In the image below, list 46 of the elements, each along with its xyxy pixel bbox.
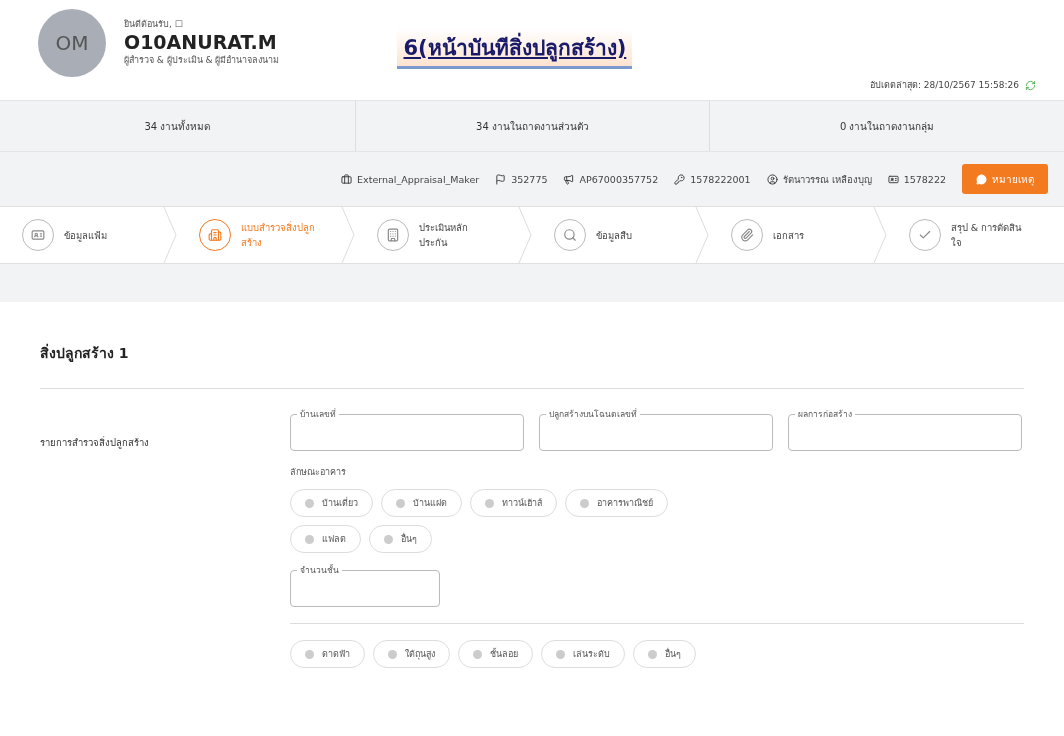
user-roles: ผู้สำรวจ & ผู้ประเมิน & ผู้มีอำนาจลงนาม xyxy=(124,54,280,67)
row-label: รายการสำรวจสิ่งปลูกสร้าง xyxy=(40,435,150,450)
input-field[interactable]: จำนวนชั้น xyxy=(290,563,440,607)
megaphone-icon xyxy=(563,173,575,185)
stat-tab[interactable]: 0 งานในถาดงานกลุ่ม xyxy=(709,101,1064,151)
info-text: External_Appraisal_Maker xyxy=(357,173,480,185)
info-text: 352775 xyxy=(511,173,548,185)
chat-bubble-icon xyxy=(976,173,987,185)
section-title: สิ่งปลูกสร้าง 1 xyxy=(40,342,1024,389)
radio-chip[interactable]: แฟลต xyxy=(290,525,361,553)
radio-chip[interactable]: อื่นๆ xyxy=(633,640,696,668)
step-tab[interactable]: ข้อมูลสืบ xyxy=(596,227,670,243)
info-text: 1578222001 xyxy=(690,173,751,185)
info-text: AP67000357752 xyxy=(579,173,659,185)
radio-chip[interactable]: อื่นๆ xyxy=(369,525,432,553)
radio-chip[interactable]: ทาวน์เฮ้าส์ xyxy=(470,489,557,517)
flag-icon xyxy=(495,173,507,185)
key-icon xyxy=(674,173,686,185)
input-field[interactable]: ปลูกสร้างบนโฉนดเลขที่ xyxy=(539,407,773,451)
radio-chip[interactable]: อาคารพาณิชย์ xyxy=(565,489,668,517)
step-tab[interactable]: ข้อมูลแฟ้ม xyxy=(64,227,138,243)
radio-chip[interactable]: บ้านแฝด xyxy=(381,489,462,517)
input-field[interactable]: ผลการก่อสร้าง xyxy=(788,407,1022,451)
info-text: รัตนาวรรณ เหลืองบุญ xyxy=(782,172,872,187)
radio-chip[interactable]: ชั้นลอย xyxy=(458,640,533,668)
last-updated-text: อัปเดตล่าสุด: 28/10/2567 15:58:26 xyxy=(869,79,1019,92)
building-type-label: ลักษณะอาคาร xyxy=(290,466,347,479)
page-title: 6(หน้าบันทีสิ่งปลูกสร้าง) xyxy=(397,29,633,69)
input-field[interactable]: บ้านเลขที่ xyxy=(290,407,524,451)
radio-chip[interactable]: เล่นระดับ xyxy=(541,640,625,668)
user-avatar: OM xyxy=(38,9,106,77)
step-tab[interactable]: เอกสาร xyxy=(773,227,848,243)
radio-chip[interactable]: ใต้ถุนสูง xyxy=(373,640,450,668)
refresh-icon[interactable] xyxy=(1025,79,1036,91)
user-name: O10ANURAT.M xyxy=(124,31,278,53)
id-card-icon xyxy=(887,173,899,185)
step-tab[interactable]: สรุป & การตัดสินใจ xyxy=(950,220,1025,250)
step-tab[interactable]: ประเมินหลักประกัน xyxy=(418,220,493,250)
info-text: 1578222 xyxy=(903,173,946,185)
stat-tab[interactable]: 34 งานทั้งหมด xyxy=(0,101,355,151)
briefcase-icon xyxy=(341,173,353,185)
user-icon xyxy=(766,173,778,185)
stat-tab[interactable]: 34 งานในถาดงานส่วนตัว xyxy=(354,101,710,151)
radio-chip[interactable]: บ้านเดี่ยว xyxy=(290,489,373,517)
radio-chip[interactable]: ดาดฟ้า xyxy=(290,640,365,668)
greeting-text: ยินดีต้อนรับ, ☐ xyxy=(124,18,184,31)
